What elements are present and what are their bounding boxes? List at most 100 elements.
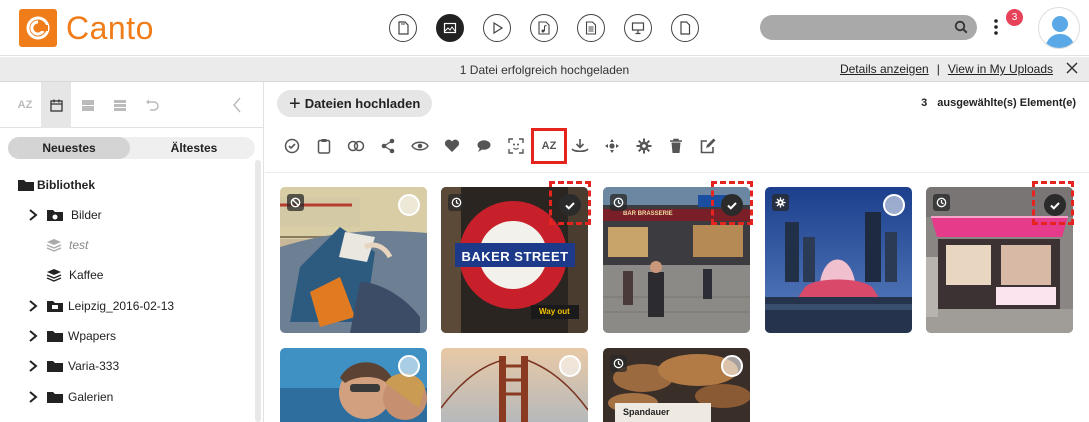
calendar-icon[interactable] [41, 82, 71, 128]
tree-item-galerien[interactable]: Galerien [0, 384, 252, 410]
sort-toggle: Neuestes Ältestes [8, 137, 255, 159]
tree-item-test[interactable]: test [0, 232, 252, 258]
check-circle-icon[interactable] [281, 134, 303, 158]
thumbnail-fountain-night[interactable] [765, 187, 912, 333]
image-icon[interactable] [436, 14, 464, 42]
selection-highlight [1032, 181, 1074, 225]
thumbnail-train-traveler[interactable] [280, 187, 427, 333]
folder-cloud-icon [46, 208, 64, 222]
tree-item-varia[interactable]: Varia-333 [0, 353, 252, 379]
tree-item-leipzig[interactable]: Leipzig_2016-02-13 [0, 293, 252, 319]
undo-icon[interactable] [137, 82, 167, 128]
clipboard-icon[interactable] [313, 134, 335, 158]
action-toolbar: AZ [281, 128, 741, 164]
chevron-right-icon[interactable] [28, 360, 38, 372]
chevron-right-icon[interactable] [28, 209, 38, 221]
all-files-icon[interactable] [389, 14, 417, 42]
edit-icon[interactable] [697, 134, 719, 158]
sort-oldest-button[interactable]: Ältestes [133, 137, 255, 159]
select-checkbox[interactable] [559, 355, 581, 377]
logo-text: Canto [66, 10, 154, 46]
close-icon[interactable] [1065, 61, 1079, 75]
canto-logo[interactable]: Canto [19, 9, 154, 47]
gear-icon [772, 194, 789, 211]
sign-subtext: Way out [539, 307, 570, 316]
download-icon[interactable] [569, 134, 591, 158]
tree-item-bilder[interactable]: Bilder [0, 202, 252, 228]
presentation-icon[interactable] [624, 14, 652, 42]
selection-count: 3 ausgewählte(s) Element(e) [921, 97, 1076, 109]
main-content: + Dateien hochladen 3 ausgewählte(s) Ele… [265, 82, 1089, 422]
heart-icon[interactable] [441, 134, 463, 158]
selected-count: 3 [921, 97, 928, 109]
shop-text: BAR BRASSERIE [623, 211, 673, 217]
az-label: AZ [541, 140, 557, 152]
tree-item-label: Varia-333 [68, 359, 120, 373]
file-type-filters [389, 14, 699, 42]
folder-archive-icon [46, 299, 64, 313]
layers-icon[interactable] [105, 82, 135, 128]
select-checkbox[interactable] [721, 355, 743, 377]
user-avatar[interactable] [1038, 7, 1080, 49]
document-icon[interactable] [577, 14, 605, 42]
search-icon[interactable] [954, 20, 968, 34]
face-scan-icon[interactable] [505, 134, 527, 158]
share-icon[interactable] [377, 134, 399, 158]
tree-item-label: Bibliothek [37, 178, 96, 192]
plus-icon: + [289, 92, 301, 115]
view-uploads-link[interactable]: View in My Uploads [948, 62, 1053, 76]
clock-icon [448, 194, 465, 211]
search-bar[interactable] [760, 15, 977, 40]
clock-icon [610, 194, 627, 211]
clock-icon [933, 194, 950, 211]
tree-item-kaffee[interactable]: Kaffee [0, 262, 252, 288]
thumbnail-golden-gate[interactable] [441, 348, 588, 422]
chevron-right-icon[interactable] [28, 330, 38, 342]
tree-item-label: Kaffee [69, 268, 104, 282]
tree-item-label: Galerien [68, 390, 114, 404]
move-icon[interactable] [601, 134, 623, 158]
album-icon [46, 238, 62, 252]
stack-icon[interactable] [73, 82, 103, 128]
select-checkbox[interactable] [398, 194, 420, 216]
notification-badge[interactable]: 3 [1004, 7, 1025, 28]
az-sort-button[interactable]: AZ [531, 128, 567, 164]
tree-item-wpapers[interactable]: Wpapers [0, 323, 252, 349]
tab-alphabetical[interactable]: AZ [10, 82, 40, 128]
chevron-right-icon[interactable] [28, 300, 38, 312]
tree-item-label: test [69, 238, 89, 252]
folder-icon [46, 390, 64, 404]
eye-icon[interactable] [409, 134, 431, 158]
audio-icon[interactable] [530, 14, 558, 42]
link-icon[interactable] [345, 134, 367, 158]
tree-item-library[interactable]: Bibliothek [0, 172, 252, 198]
folder-open-icon [17, 178, 35, 192]
blocked-icon [287, 194, 304, 211]
select-checkbox[interactable] [883, 194, 905, 216]
more-menu-icon[interactable] [993, 17, 999, 37]
tab-az-label: AZ [17, 99, 33, 111]
thumbnail-couple-selfie[interactable] [280, 348, 427, 422]
details-link[interactable]: Details anzeigen [840, 62, 929, 76]
collapse-sidebar-icon[interactable] [222, 82, 252, 128]
upload-files-button[interactable]: + Dateien hochladen [277, 90, 433, 117]
banner-separator: | [936, 62, 940, 76]
search-input[interactable] [772, 18, 942, 37]
tree-item-label: Wpapers [68, 329, 117, 343]
thumbnail-bakery[interactable]: Spandauer [603, 348, 750, 422]
tree-item-label: Leipzig_2016-02-13 [68, 299, 175, 313]
label-text: Spandauer [623, 407, 670, 417]
sidebar: AZ Neuestes Ältestes Bibliothek Bilder t… [0, 82, 264, 422]
selection-highlight [549, 181, 591, 225]
video-icon[interactable] [483, 14, 511, 42]
chevron-right-icon[interactable] [28, 391, 38, 403]
comment-icon[interactable] [473, 134, 495, 158]
upload-files-label: Dateien hochladen [304, 96, 421, 111]
select-checkbox[interactable] [398, 355, 420, 377]
sort-newest-button[interactable]: Neuestes [8, 137, 130, 159]
other-file-icon[interactable] [671, 14, 699, 42]
selected-label: ausgewählte(s) Element(e) [937, 97, 1076, 109]
sidebar-scrollbar[interactable] [255, 160, 261, 422]
settings-icon[interactable] [633, 134, 655, 158]
trash-icon[interactable] [665, 134, 687, 158]
